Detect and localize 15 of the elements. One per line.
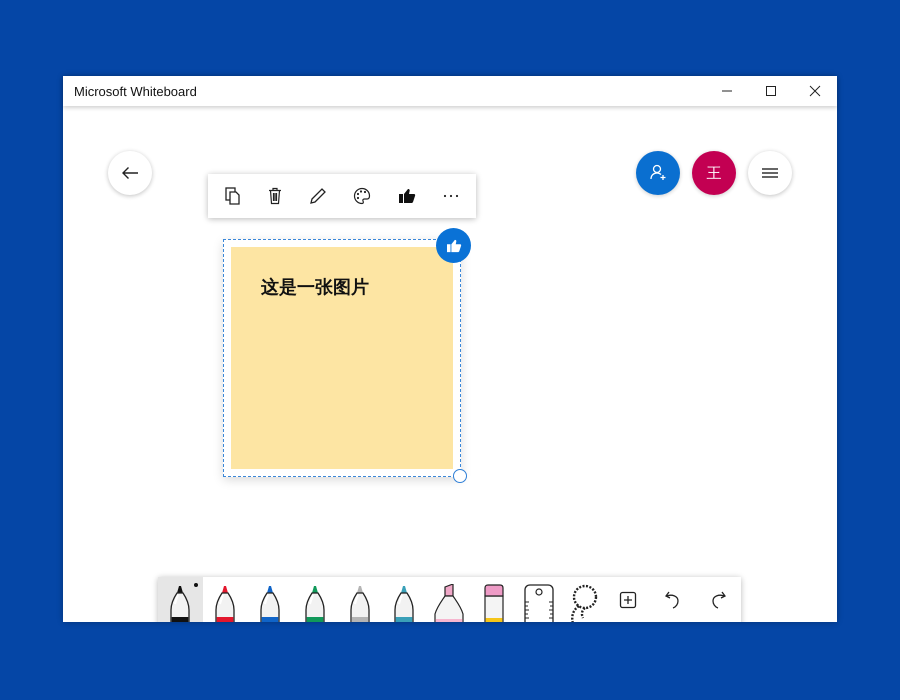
pen-tool[interactable] [158, 577, 203, 622]
pen-icon [169, 584, 192, 622]
menu-button[interactable] [748, 151, 792, 195]
invite-icon [649, 164, 667, 182]
close-button[interactable] [793, 76, 837, 106]
maximize-icon [765, 85, 777, 97]
back-icon [121, 166, 139, 180]
invite-button[interactable] [636, 151, 680, 195]
close-icon [809, 85, 821, 97]
back-button[interactable] [108, 151, 152, 195]
resize-handle[interactable] [453, 469, 467, 483]
user-avatar[interactable]: 王 [692, 151, 736, 195]
window-title: Microsoft Whiteboard [74, 84, 197, 98]
menu-icon [761, 167, 779, 179]
lasso-icon [568, 584, 599, 622]
